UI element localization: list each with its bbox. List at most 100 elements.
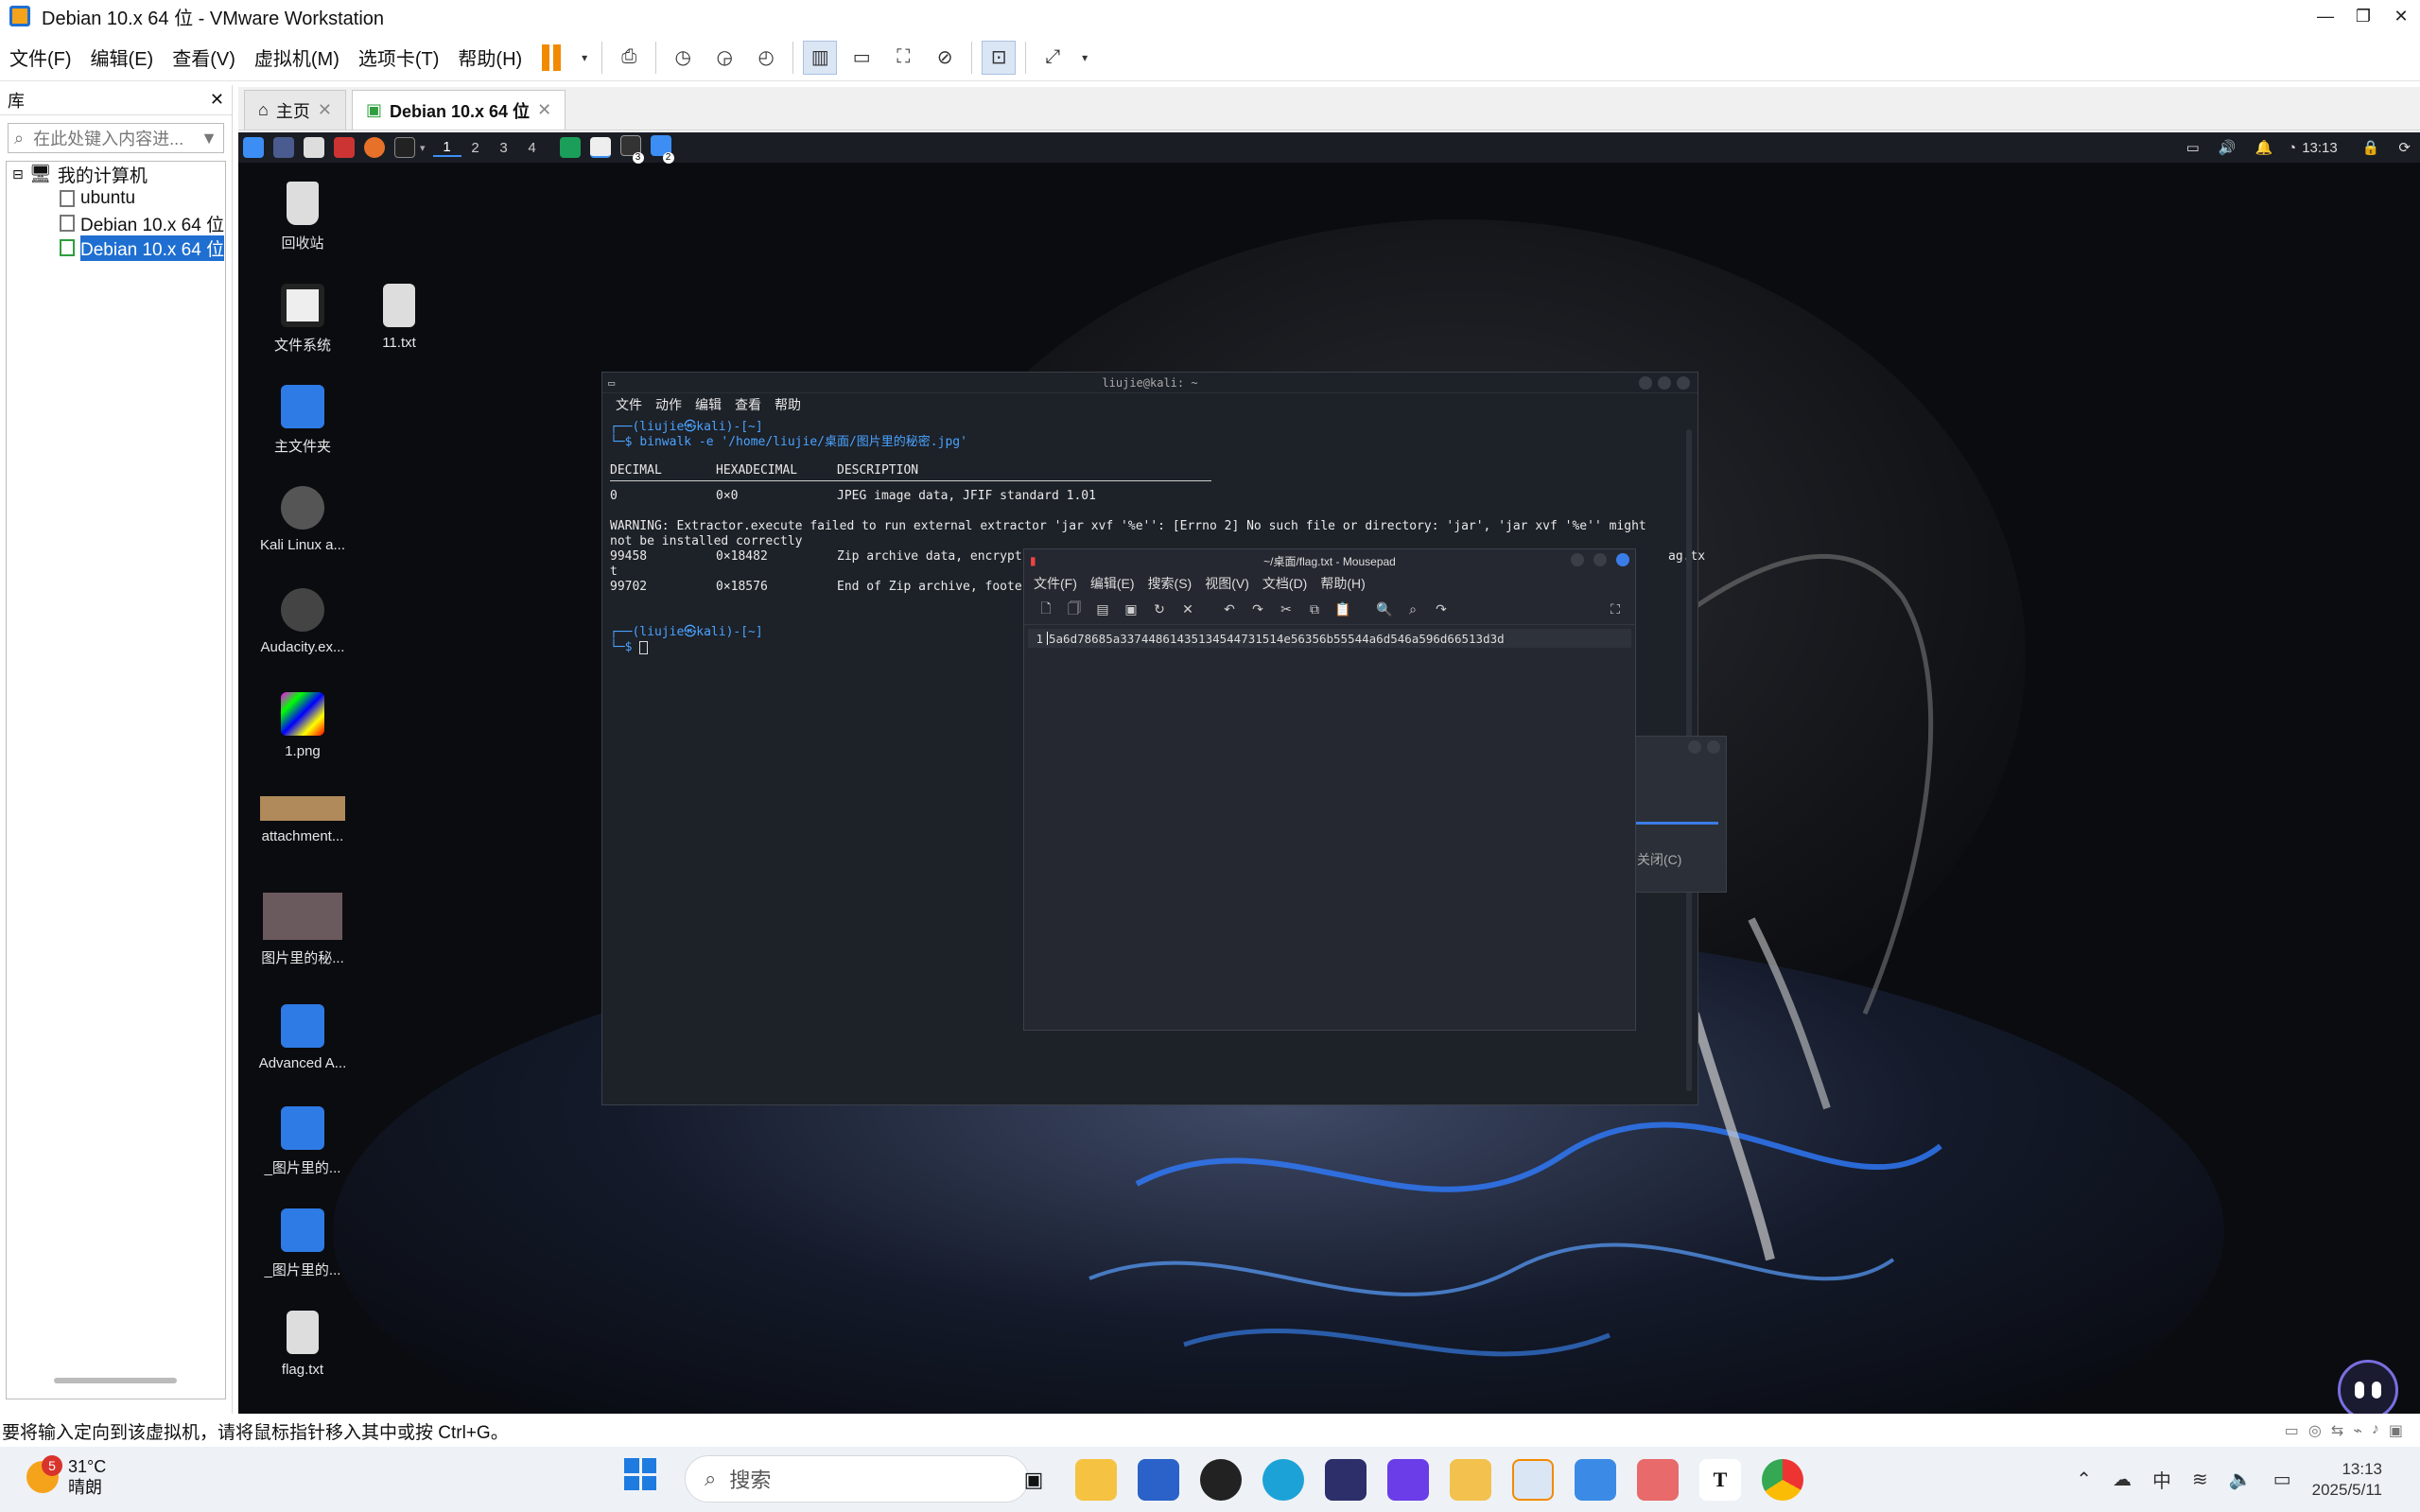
usb-status-icon[interactable]: ⌁ <box>2353 1421 2362 1440</box>
undo-icon[interactable]: ↶ <box>1217 598 1242 622</box>
close-icon[interactable] <box>1677 376 1690 390</box>
vmware-taskbar-icon[interactable] <box>1512 1458 1554 1501</box>
app-icon[interactable] <box>1450 1458 1491 1501</box>
chevron-down-icon[interactable]: ▼ <box>200 129 218 148</box>
stretch-icon[interactable]: ⤢ <box>1036 41 1070 75</box>
network-status-icon[interactable]: ⇆ <box>2331 1421 2343 1440</box>
workspace-2[interactable]: 2 <box>461 140 490 156</box>
wifi-icon[interactable]: ≋ <box>2192 1468 2208 1491</box>
mousepad-window[interactable]: ▮ ~/桌面/flag.txt - Mousepad 文件(F) 编辑(E) 搜… <box>1023 548 1636 1031</box>
terminal-icon[interactable] <box>394 137 415 158</box>
mousepad-menu-view[interactable]: 视图(V) <box>1205 574 1249 593</box>
mousepad-menu-edit[interactable]: 编辑(E) <box>1090 574 1135 593</box>
volume-icon[interactable]: 🔊 <box>2219 139 2237 156</box>
minimize-icon[interactable]: — <box>2307 0 2344 32</box>
tab-debian[interactable]: ▣ Debian 10.x 64 位 ✕ <box>351 90 566 130</box>
sound-status-icon[interactable]: ♪ <box>2372 1421 2379 1440</box>
cd-status-icon[interactable]: ◎ <box>2308 1421 2322 1440</box>
save-icon[interactable]: ▣ <box>1119 598 1143 622</box>
cut-icon[interactable]: ✂ <box>1274 598 1298 622</box>
assistant-bubble-icon[interactable] <box>2338 1360 2398 1414</box>
send-ctrl-alt-del-icon[interactable]: ⎙ <box>612 41 646 75</box>
goto-line-icon[interactable]: ↷ <box>1429 598 1454 622</box>
workspace-1[interactable]: 1 <box>432 139 461 157</box>
snapshot-icon[interactable]: ◷ <box>666 41 700 75</box>
paste-icon[interactable]: 📋 <box>1331 598 1355 622</box>
tree-vm-ubuntu[interactable]: ubuntu <box>7 186 225 211</box>
unity-icon[interactable]: ⊘ <box>928 41 962 75</box>
library-close-icon[interactable]: ✕ <box>210 90 224 110</box>
onedrive-icon[interactable]: ☁ <box>2113 1468 2132 1491</box>
workspace-3[interactable]: 3 <box>490 140 518 156</box>
display-icon[interactable]: ▭ <box>2186 139 2200 156</box>
stretch-dropdown-icon[interactable]: ▾ <box>1077 41 1092 75</box>
dialog-close-button[interactable]: 关闭(C) <box>1633 850 1728 875</box>
new-window-icon[interactable]: 🗍 <box>1062 598 1087 622</box>
task-view-icon[interactable]: ▣ <box>1013 1459 1054 1501</box>
notification-icon[interactable]: 🔔 <box>2255 139 2272 156</box>
terminal-titlebar[interactable]: ▭ liujie@kali: ~ <box>602 373 1697 393</box>
redo-icon[interactable]: ↷ <box>1245 598 1270 622</box>
close-icon[interactable]: ✕ <box>2382 0 2420 32</box>
background-dialog[interactable]: 关闭(C) <box>1632 736 1727 893</box>
mousepad-titlebar[interactable]: ▮ ~/桌面/flag.txt - Mousepad <box>1024 549 1635 572</box>
pause-button[interactable] <box>535 41 569 75</box>
tree-vm-debian-2[interactable]: Debian 10.x 64 位 <box>7 235 225 261</box>
terminal-menu-help[interactable]: 帮助 <box>775 395 801 414</box>
new-file-icon[interactable]: 🗋 <box>1034 598 1058 622</box>
text-editor-icon[interactable] <box>334 137 355 158</box>
edge-icon[interactable] <box>1262 1458 1304 1501</box>
lock-icon[interactable]: 🔒 <box>2362 139 2380 156</box>
tree-scrollbar[interactable] <box>54 1378 177 1383</box>
display-status-icon[interactable]: ▣ <box>2389 1421 2403 1440</box>
vm-display[interactable]: ▾ 1 2 3 4 3 2 ▭ 🔊 🔔 ◔ 13:13 🔒 ⟳ 回收站 文件系统… <box>238 132 2420 1414</box>
desktop-icon-1png[interactable]: 1.png <box>251 692 355 759</box>
revert-snapshot-icon[interactable]: ◶ <box>707 41 741 75</box>
desktop-icon-extract-1[interactable]: _图片里的... <box>251 1106 355 1177</box>
desktop-icon-flag[interactable]: flag.txt <box>251 1311 355 1378</box>
thumbnail-bar-icon[interactable]: ▭ <box>844 41 879 75</box>
workspace-4[interactable]: 4 <box>518 140 547 156</box>
maximize-icon[interactable] <box>1593 553 1607 566</box>
terminal-menu-action[interactable]: 动作 <box>655 395 682 414</box>
editor-content[interactable]: 5a6d78685a33744861435134544731514e56356b… <box>1049 632 1505 646</box>
app-icon[interactable] <box>1575 1458 1616 1501</box>
terminal-menu-file[interactable]: 文件 <box>616 395 642 414</box>
chevron-up-icon[interactable]: ⌃ <box>2076 1468 2092 1491</box>
app-icon[interactable] <box>1387 1458 1429 1501</box>
minimize-icon[interactable] <box>1571 553 1584 566</box>
desktop-icon-filesystem[interactable]: 文件系统 <box>251 284 355 355</box>
app-icon[interactable] <box>1325 1458 1367 1501</box>
menu-help[interactable]: 帮助(H) <box>448 43 531 71</box>
volume-icon[interactable]: 🔈 <box>2229 1468 2253 1491</box>
desktop-icon-trash[interactable]: 回收站 <box>251 182 355 252</box>
taskbar-clock[interactable]: 13:13 2025/5/11 <box>2312 1459 2382 1501</box>
store-icon[interactable] <box>1138 1458 1179 1501</box>
open-file-icon[interactable]: ▤ <box>1090 598 1115 622</box>
close-icon[interactable] <box>1616 553 1629 566</box>
desktop-icon-extract-2[interactable]: _图片里的... <box>251 1208 355 1279</box>
terminal-menu-edit[interactable]: 编辑 <box>695 395 722 414</box>
library-search-input[interactable]: ⌕ 在此处键入内容进... ▼ <box>8 123 224 153</box>
desktop-icon-attachment[interactable]: attachment... <box>251 796 355 844</box>
sidebar-toggle-icon[interactable]: ▥ <box>803 40 838 75</box>
desktop-icon-advanced[interactable]: Advanced A... <box>251 1004 355 1071</box>
close-doc-icon[interactable]: ✕ <box>1175 598 1200 622</box>
menu-tabs[interactable]: 选项卡(T) <box>349 43 449 71</box>
desktop-icon-home[interactable]: 主文件夹 <box>251 385 355 456</box>
firefox-icon[interactable] <box>364 137 385 158</box>
file-manager-icon[interactable] <box>304 137 324 158</box>
tab-close-icon[interactable]: ✕ <box>318 100 332 120</box>
mousepad-menu-file[interactable]: 文件(F) <box>1034 574 1077 593</box>
ime-indicator[interactable]: 中 <box>2152 1466 2171 1493</box>
weather-widget[interactable]: 5 31°C 晴朗 <box>26 1455 106 1498</box>
menu-vm[interactable]: 虚拟机(M) <box>245 43 349 71</box>
mousepad-menu-search[interactable]: 搜索(S) <box>1148 574 1193 593</box>
mousepad-menu-help[interactable]: 帮助(H) <box>1320 574 1365 593</box>
chrome-icon[interactable] <box>1762 1458 1803 1501</box>
show-desktop-icon[interactable] <box>273 137 294 158</box>
fullscreen-icon[interactable]: ⛶ <box>886 41 920 75</box>
hdd-status-icon[interactable]: ▭ <box>2285 1421 2299 1440</box>
snapshot-manager-icon[interactable]: ◴ <box>749 41 783 75</box>
editor-line[interactable]: 1 5a6d78685a33744861435134544731514e5635… <box>1028 629 1631 648</box>
